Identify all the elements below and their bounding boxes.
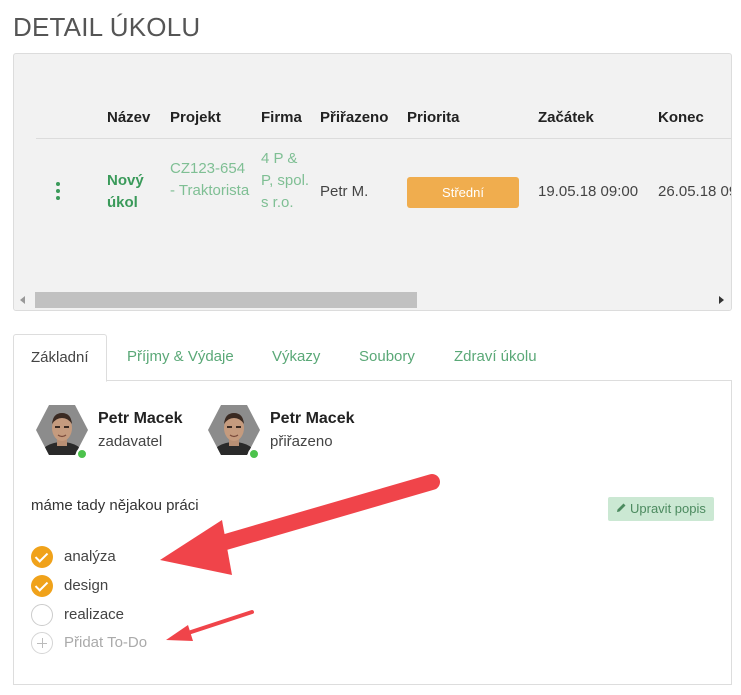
- column-header-assigned[interactable]: Přiřazeno: [320, 109, 388, 126]
- check-icon[interactable]: [31, 546, 53, 568]
- project-link[interactable]: CZ123-654 - Traktorista: [170, 158, 250, 202]
- column-header-name[interactable]: Název: [107, 109, 150, 126]
- task-description: máme tady nějakou práci: [31, 497, 199, 514]
- column-header-firm[interactable]: Firma: [261, 109, 302, 126]
- table-header-divider: [36, 138, 731, 139]
- kebab-icon[interactable]: [55, 182, 61, 202]
- add-todo-label: Přidat To-Do: [64, 634, 148, 651]
- scroll-right-arrow-icon[interactable]: [719, 296, 724, 304]
- assignee-name: Petr Macek: [270, 410, 355, 427]
- tab-files[interactable]: Soubory: [359, 334, 415, 381]
- column-header-end[interactable]: Konec: [658, 109, 704, 126]
- assignee-role: přiřazeno: [270, 433, 333, 450]
- tab-income-expenses[interactable]: Příjmy & Výdaje: [127, 334, 234, 381]
- plus-icon[interactable]: [31, 632, 53, 654]
- task-tabs: Základní Příjmy & Výdaje Výkazy Soubory …: [13, 334, 732, 382]
- edit-description-button[interactable]: Upravit popis: [608, 497, 714, 521]
- scroll-left-arrow-icon[interactable]: [20, 296, 25, 304]
- pencil-icon: [616, 497, 627, 521]
- page-title: DETAIL ÚKOLU: [13, 12, 201, 42]
- check-icon[interactable]: [31, 575, 53, 597]
- assigned-cell: Petr M.: [320, 183, 369, 200]
- task-table-panel: Název Projekt Firma Přiřazeno Priorita Z…: [13, 53, 732, 311]
- unchecked-circle-icon[interactable]: [31, 604, 53, 626]
- todo-label: design: [64, 577, 109, 594]
- online-status-icon: [248, 448, 260, 460]
- todo-label: analýza: [64, 548, 116, 565]
- tab-basic[interactable]: Základní: [13, 334, 107, 382]
- online-status-icon: [76, 448, 88, 460]
- edit-description-label: Upravit popis: [630, 501, 706, 516]
- priority-badge: Střední: [407, 177, 519, 208]
- task-name-link[interactable]: Nový úkol: [107, 170, 157, 214]
- start-date-cell: 19.05.18 09:00: [538, 183, 639, 200]
- scrollbar-thumb[interactable]: [35, 292, 417, 308]
- column-header-priority[interactable]: Priorita: [407, 109, 460, 126]
- column-header-project[interactable]: Projekt: [170, 109, 221, 126]
- task-table: Název Projekt Firma Přiřazeno Priorita Z…: [36, 54, 731, 290]
- firm-link[interactable]: 4 P & P, spol. s r.o.: [261, 148, 311, 214]
- todo-label: realizace: [64, 606, 125, 623]
- end-date-cell: 26.05.18 09:00: [658, 183, 731, 200]
- tab-reports[interactable]: Výkazy: [272, 334, 320, 381]
- horizontal-scrollbar[interactable]: [14, 290, 731, 310]
- column-header-start[interactable]: Začátek: [538, 109, 594, 126]
- tab-task-health[interactable]: Zdraví úkolu: [454, 334, 537, 381]
- requester-role: zadavatel: [98, 433, 163, 450]
- requester-name: Petr Macek: [98, 410, 183, 427]
